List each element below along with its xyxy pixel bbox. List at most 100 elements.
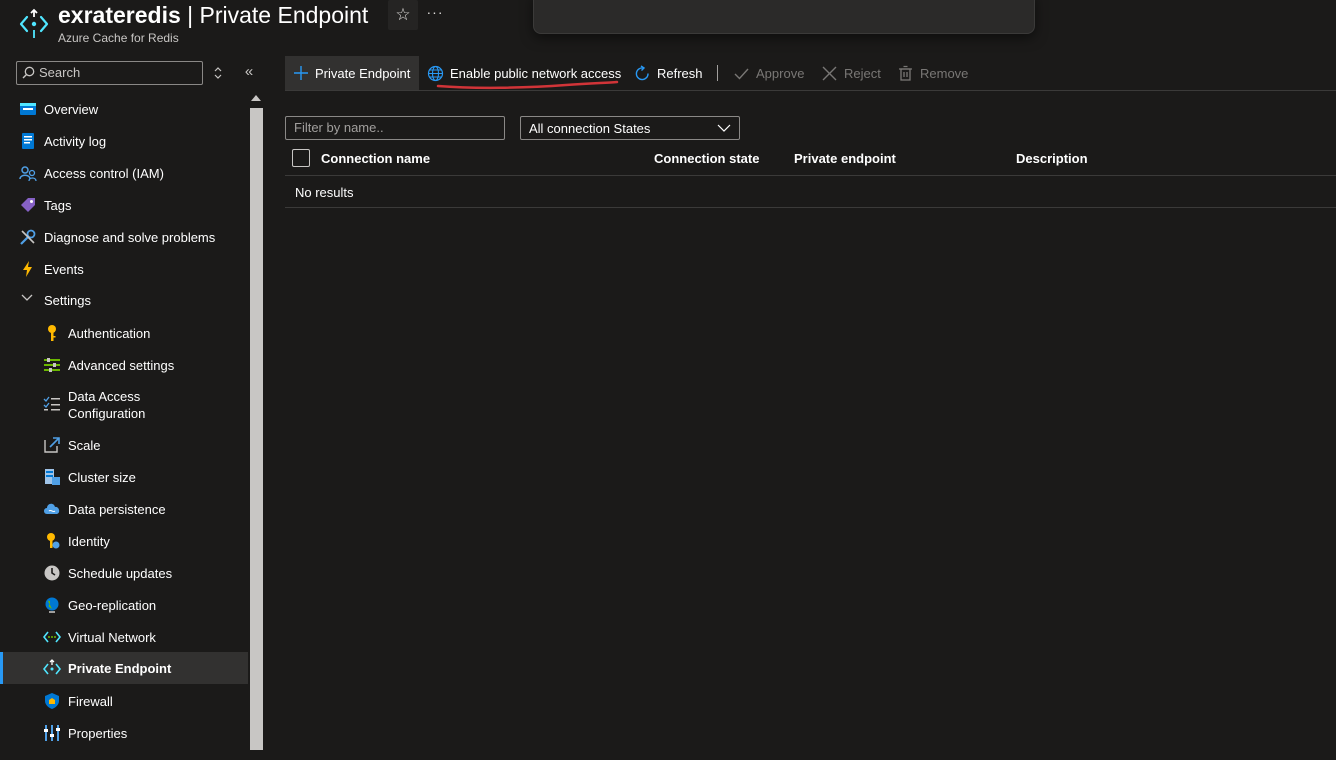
sidebar-item-label: Tags <box>44 197 72 213</box>
column-header-connection-state[interactable]: Connection state <box>654 151 759 166</box>
key-icon <box>48 325 56 341</box>
red-annotation-underline <box>436 80 619 90</box>
sidebar-item-label: Identity <box>68 533 110 549</box>
sidebar-item-identity[interactable]: Identity <box>0 526 248 556</box>
cluster-icon <box>45 469 60 485</box>
add-private-endpoint-button[interactable]: Private Endpoint <box>285 56 419 90</box>
scrollbar-thumb[interactable] <box>250 108 263 750</box>
resource-name: exrateredis <box>58 2 181 28</box>
filter-by-name-input[interactable] <box>294 119 494 136</box>
sidebar-item-events[interactable]: Events <box>0 254 248 284</box>
search-icon <box>22 66 35 79</box>
cloud-icon <box>44 503 60 514</box>
select-all-checkbox[interactable] <box>292 149 310 167</box>
label-line-2: Configuration <box>68 406 146 421</box>
sidebar-item-label: Scale <box>68 437 101 453</box>
sidebar-item-data-access-configuration[interactable]: Data Access Configuration <box>0 382 248 426</box>
label-line-1: Data Access <box>68 389 141 404</box>
page-title: exrateredis | Private Endpoint <box>58 2 368 28</box>
private-endpoint-icon <box>43 659 61 675</box>
dropdown-value: All connection States <box>529 121 651 136</box>
sidebar-item-label: Data persistence <box>68 501 166 517</box>
sidebar-item-private-endpoint[interactable]: Private Endpoint <box>0 652 248 684</box>
scroll-up-arrow-icon[interactable] <box>251 95 261 101</box>
sidebar-item-label: Private Endpoint <box>68 660 172 676</box>
favorite-button[interactable]: ☆ <box>388 0 418 30</box>
sidebar-item-virtual-network[interactable]: Virtual Network <box>0 622 248 652</box>
vnet-icon <box>43 631 61 643</box>
sidebar-item-schedule-updates[interactable]: Schedule updates <box>0 558 248 588</box>
sidebar-item-label: Diagnose and solve problems <box>44 229 216 245</box>
sidebar-item-diagnose[interactable]: Diagnose and solve problems <box>0 222 248 252</box>
sidebar-item-iam[interactable]: Access control (IAM) <box>0 158 248 188</box>
globe-icon <box>427 65 444 81</box>
sidebar-item-label: Activity log <box>44 133 107 149</box>
sidebar-item-firewall[interactable]: Firewall <box>0 686 248 716</box>
sidebar: Overview Activity log Access control (IA… <box>0 92 248 760</box>
sidebar-item-label: Schedule updates <box>68 565 173 581</box>
sidebar-item-activity-log[interactable]: Activity log <box>0 126 248 156</box>
sidebar-item-scale[interactable]: Scale <box>0 430 248 460</box>
checkmark-icon <box>734 68 749 80</box>
filter-by-name-box[interactable] <box>285 116 505 140</box>
active-indicator <box>0 652 3 684</box>
column-header-connection-name[interactable]: Connection name <box>321 151 430 166</box>
sidebar-item-label: Geo-replication <box>68 597 157 613</box>
button-label: Private Endpoint <box>315 65 411 81</box>
clock-icon <box>44 565 60 581</box>
close-icon <box>822 66 837 80</box>
reject-button[interactable]: Reject <box>821 56 881 90</box>
sidebar-item-cluster-size[interactable]: Cluster size <box>0 462 248 492</box>
sidebar-item-label: Firewall <box>68 693 113 709</box>
identity-icon <box>47 533 60 549</box>
toolbar-divider <box>285 90 1336 91</box>
sidebar-item-overview[interactable]: Overview <box>0 94 248 124</box>
resource-type: Azure Cache for Redis <box>58 31 179 45</box>
button-label: Enable public network access <box>450 65 622 81</box>
plus-icon <box>294 66 308 80</box>
sidebar-item-label: Events <box>44 261 84 277</box>
sidebar-item-label: Advanced settings <box>68 357 175 373</box>
checklist-icon <box>43 396 60 411</box>
column-header-description[interactable]: Description <box>1016 151 1088 166</box>
empty-state-text: No results <box>295 185 354 200</box>
more-options-button[interactable]: ··· <box>424 0 446 28</box>
tag-icon <box>21 198 35 212</box>
collapse-sidebar-button[interactable]: « <box>240 62 258 82</box>
toolbar-separator <box>717 65 718 81</box>
button-label: Refresh <box>657 65 703 81</box>
globe-icon <box>45 597 59 613</box>
lightning-icon <box>23 261 32 277</box>
column-header-private-endpoint[interactable]: Private endpoint <box>794 151 896 166</box>
sidebar-item-label: Settings <box>44 292 91 308</box>
sidebar-item-label: Authentication <box>68 325 151 341</box>
sidebar-item-tags[interactable]: Tags <box>0 190 248 220</box>
sidebar-item-authentication[interactable]: Authentication <box>0 318 248 348</box>
sidebar-group-settings[interactable]: Settings <box>0 286 248 314</box>
approve-button[interactable]: Approve <box>733 56 804 90</box>
remove-button[interactable]: Remove <box>897 56 968 90</box>
refresh-icon <box>635 64 649 80</box>
wrench-icon <box>20 229 36 245</box>
title-separator: | <box>180 2 200 28</box>
search-input[interactable] <box>39 64 197 81</box>
refresh-button[interactable]: Refresh <box>634 56 703 90</box>
overview-icon <box>20 103 36 115</box>
button-label: Remove <box>920 65 969 81</box>
connection-state-dropdown[interactable]: All connection States <box>520 116 740 140</box>
table-header-divider <box>285 175 1336 176</box>
notification-popup <box>533 0 1035 34</box>
search-box[interactable] <box>16 61 203 85</box>
button-label: Approve <box>756 65 805 81</box>
sort-toggle-button[interactable] <box>210 64 226 82</box>
sliders-icon <box>44 358 60 372</box>
table-row-divider <box>285 207 1336 208</box>
iam-icon <box>19 166 37 182</box>
activity-log-icon <box>22 133 34 149</box>
trash-icon <box>899 65 912 81</box>
sidebar-item-data-persistence[interactable]: Data persistence <box>0 494 248 524</box>
sidebar-item-advanced-settings[interactable]: Advanced settings <box>0 350 248 380</box>
sidebar-item-geo-replication[interactable]: Geo-replication <box>0 590 248 620</box>
double-chevron-left-icon: « <box>244 63 254 80</box>
sidebar-item-properties[interactable]: Properties <box>0 718 248 748</box>
